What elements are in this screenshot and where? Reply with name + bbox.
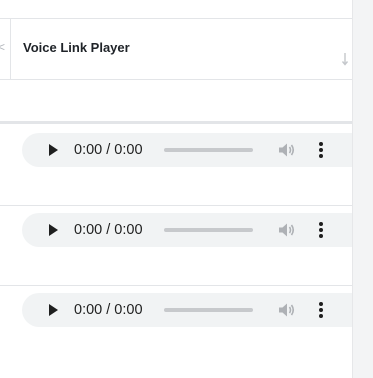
column-header-title: Voice Link Player [23,40,130,55]
volume-icon[interactable] [278,302,296,318]
row-divider [0,205,352,206]
header-top-divider [0,18,352,19]
audio-time: 0:00 / 0:00 [74,142,143,158]
volume-icon[interactable] [278,142,296,158]
column-separator [10,19,11,79]
audio-time: 0:00 / 0:00 [74,222,143,238]
audio-time: 0:00 / 0:00 [74,302,143,318]
play-icon[interactable] [46,143,60,157]
play-icon[interactable] [46,223,60,237]
audio-progress-bar[interactable] [164,228,253,232]
more-options-icon[interactable] [318,221,324,239]
audio-progress-bar[interactable] [164,308,253,312]
play-icon[interactable] [46,303,60,317]
previous-column-arrow: < [0,40,6,54]
more-options-icon[interactable] [318,141,324,159]
audio-progress-bar[interactable] [164,148,253,152]
more-options-icon[interactable] [318,301,324,319]
table-panel: < Voice Link Player 0:00 / 0:00 0:00 / 0… [0,0,352,378]
scroll-gutter [353,0,373,378]
audio-player[interactable]: 0:00 / 0:00 [22,213,352,247]
filter-row-divider [0,121,352,124]
volume-icon[interactable] [278,222,296,238]
header-bottom-divider [0,79,352,80]
sort-icon[interactable] [341,52,349,66]
audio-player[interactable]: 0:00 / 0:00 [22,133,352,167]
audio-player[interactable]: 0:00 / 0:00 [22,293,352,327]
row-divider [0,285,352,286]
